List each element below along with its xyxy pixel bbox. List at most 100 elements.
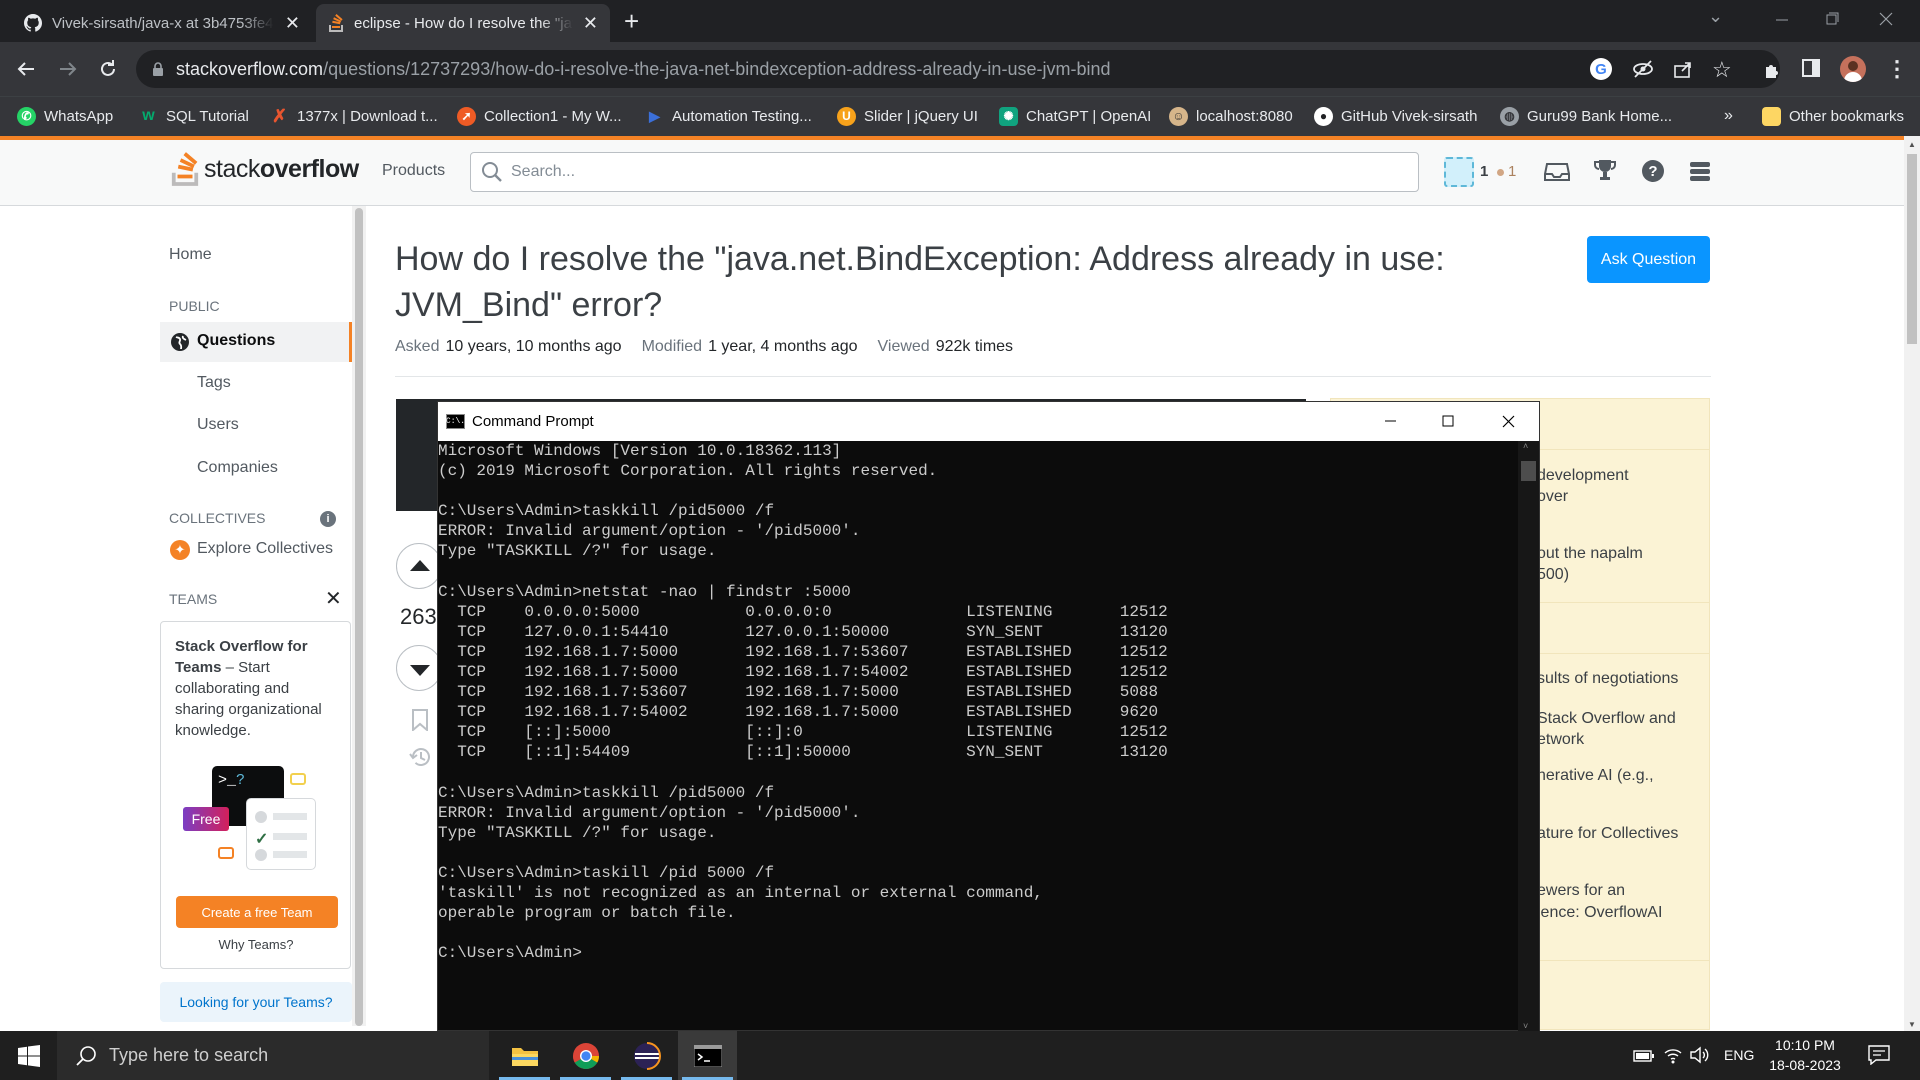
- downvote-button[interactable]: [396, 645, 442, 691]
- taskbar-file-explorer[interactable]: [495, 1031, 554, 1080]
- sidebar-link-text[interactable]: 500): [1537, 566, 1569, 584]
- taskbar-clock[interactable]: 10:10 PM 18-08-2023: [1762, 1035, 1848, 1075]
- eclipse-icon: [633, 1041, 661, 1070]
- profile-avatar[interactable]: [1840, 56, 1866, 82]
- so-search-input[interactable]: Search...: [470, 152, 1419, 192]
- page-scrollbar[interactable]: ▲ ▼: [1904, 136, 1920, 1031]
- close-tab-icon[interactable]: ✕: [583, 13, 598, 34]
- bookmark-label: SQL Tutorial: [166, 107, 249, 125]
- tab-search-icon[interactable]: ⌄: [1708, 6, 1723, 27]
- url-path: /questions/12737293/how-do-i-resolve-the…: [323, 58, 1111, 79]
- help-icon[interactable]: ?: [1642, 160, 1664, 182]
- nav-users[interactable]: Users: [197, 416, 239, 434]
- automation-icon: ▶: [649, 107, 660, 124]
- close-window-icon[interactable]: [1866, 4, 1906, 34]
- browser-tab[interactable]: Vivek-sirsath/java-x at 3b4753fe4 ✕: [12, 4, 312, 42]
- achievements-icon[interactable]: [1593, 158, 1617, 182]
- address-bar[interactable]: stackoverflow.com/questions/12737293/how…: [136, 50, 1780, 88]
- cmd-line: 'taskill' is not recognized as an intern…: [438, 884, 1043, 903]
- products-link[interactable]: Products: [382, 162, 445, 180]
- volume-icon[interactable]: [1689, 1045, 1711, 1065]
- cmd-scrollbar[interactable]: ˄ ˅: [1518, 441, 1539, 1031]
- bookmark-guru99[interactable]: ◍ Guru99 Bank Home...: [1500, 103, 1672, 129]
- free-badge: Free: [183, 807, 229, 831]
- chrome-menu-icon[interactable]: ⋮: [1886, 56, 1908, 82]
- sidebar-link-text[interactable]: sults of negotiations: [1537, 670, 1678, 688]
- windows-start-icon[interactable]: [18, 1045, 40, 1067]
- close-teams-icon[interactable]: ✕: [325, 586, 342, 611]
- battery-icon[interactable]: [1633, 1049, 1655, 1063]
- sidebar-link-text[interactable]: out the napalm: [1537, 545, 1643, 563]
- bookmark-star-icon[interactable]: ☆: [1712, 57, 1732, 83]
- extensions-icon[interactable]: [1762, 58, 1784, 80]
- cmd-output[interactable]: Microsoft Windows [Version 10.0.18362.11…: [438, 441, 1518, 1030]
- viewed-label: Viewed: [877, 338, 930, 355]
- sidebar-link-text[interactable]: nerative AI (e.g.,: [1537, 767, 1654, 785]
- back-icon[interactable]: [14, 57, 38, 81]
- looking-for-teams-link[interactable]: Looking for your Teams?: [160, 982, 352, 1022]
- user-avatar[interactable]: [1444, 157, 1474, 187]
- taskbar-search-input[interactable]: Type here to search: [57, 1031, 489, 1080]
- bookmark-1377x[interactable]: ✗ 1377x | Download t...: [270, 103, 438, 129]
- notifications-icon[interactable]: [1868, 1045, 1890, 1065]
- new-tab-icon[interactable]: +: [624, 6, 639, 37]
- bookmark-collection1[interactable]: ➚ Collection1 - My W...: [457, 103, 622, 129]
- google-translate-icon[interactable]: G: [1590, 58, 1612, 80]
- taskbar-eclipse[interactable]: [617, 1031, 676, 1080]
- so-logo[interactable]: stackoverflow: [170, 151, 359, 187]
- reload-icon[interactable]: [96, 57, 120, 81]
- more-bookmarks-icon[interactable]: »: [1724, 103, 1733, 129]
- history-icon[interactable]: [408, 745, 432, 769]
- nav-home[interactable]: Home: [169, 246, 212, 264]
- stackoverflow-favicon: [328, 14, 344, 32]
- cmd-line: ERROR: Invalid argument/option - '/pid50…: [438, 522, 861, 541]
- sidebar-link-text[interactable]: ience: OverflowAI: [1537, 904, 1662, 922]
- sidebar-link-text[interactable]: etwork: [1537, 731, 1584, 749]
- question-title[interactable]: How do I resolve the "java.net.BindExcep…: [395, 236, 1465, 328]
- cmd-maximize-icon[interactable]: [1425, 406, 1471, 436]
- input-language[interactable]: ENG: [1724, 1047, 1754, 1063]
- sidebar-link-text[interactable]: ewers for an: [1537, 882, 1625, 900]
- nav-companies[interactable]: Companies: [197, 459, 278, 477]
- clock-time: 10:10 PM: [1775, 1037, 1835, 1053]
- minimize-window-icon[interactable]: [1762, 4, 1802, 34]
- bookmark-sql-tutorial[interactable]: w SQL Tutorial: [139, 103, 249, 129]
- site-switcher-icon[interactable]: [1689, 160, 1711, 182]
- nav-explore-collectives[interactable]: Explore Collectives: [197, 540, 333, 558]
- bookmark-jquery-slider[interactable]: U Slider | jQuery UI: [837, 103, 978, 129]
- nav-tags[interactable]: Tags: [197, 374, 231, 392]
- collectives-icon: ✦: [170, 540, 190, 560]
- bookmark-whatsapp[interactable]: ✆ WhatsApp: [17, 103, 113, 129]
- sidebar-link-text[interactable]: Stack Overflow and: [1537, 710, 1676, 728]
- restore-window-icon[interactable]: [1812, 4, 1852, 34]
- other-bookmarks[interactable]: Other bookmarks: [1762, 103, 1904, 129]
- browser-tab-active[interactable]: eclipse - How do I resolve the "java ✕: [316, 4, 610, 42]
- bookmark-icon[interactable]: [411, 709, 429, 731]
- create-free-team-button[interactable]: Create a free Team: [176, 896, 338, 928]
- sidebar-link-text[interactable]: ature for Collectives: [1537, 825, 1678, 843]
- cmd-close-icon[interactable]: [1485, 406, 1531, 436]
- bookmark-github[interactable]: ● GitHub Vivek-sirsath: [1314, 103, 1477, 129]
- forward-icon[interactable]: [56, 57, 80, 81]
- inbox-icon[interactable]: [1544, 160, 1570, 182]
- eye-off-icon[interactable]: [1632, 58, 1654, 80]
- cmd-minimize-icon[interactable]: [1367, 406, 1413, 436]
- sidebar-link-text[interactable]: development: [1537, 467, 1629, 485]
- ask-question-button[interactable]: Ask Question: [1587, 236, 1710, 283]
- cmd-line: Type "TASKKILL /?" for usage.: [438, 542, 717, 561]
- nav-scrollbar[interactable]: [352, 206, 366, 1026]
- why-teams-link[interactable]: Why Teams?: [160, 937, 352, 952]
- wifi-icon[interactable]: [1663, 1045, 1683, 1065]
- bookmark-automation-testing[interactable]: ▶ Automation Testing...: [645, 103, 812, 129]
- share-icon[interactable]: [1672, 58, 1694, 80]
- info-icon[interactable]: i: [320, 511, 336, 527]
- bookmark-chatgpt[interactable]: ✺ ChatGPT | OpenAI: [999, 103, 1151, 129]
- sidebar-link-text[interactable]: over: [1537, 488, 1568, 506]
- close-tab-icon[interactable]: ✕: [285, 13, 300, 34]
- upvote-button[interactable]: [396, 543, 442, 589]
- bookmark-localhost[interactable]: ☺ localhost:8080: [1169, 103, 1293, 129]
- side-panel-icon[interactable]: [1802, 59, 1820, 77]
- search-icon: [76, 1045, 98, 1067]
- taskbar-command-prompt[interactable]: [678, 1031, 737, 1080]
- taskbar-chrome[interactable]: [556, 1031, 615, 1080]
